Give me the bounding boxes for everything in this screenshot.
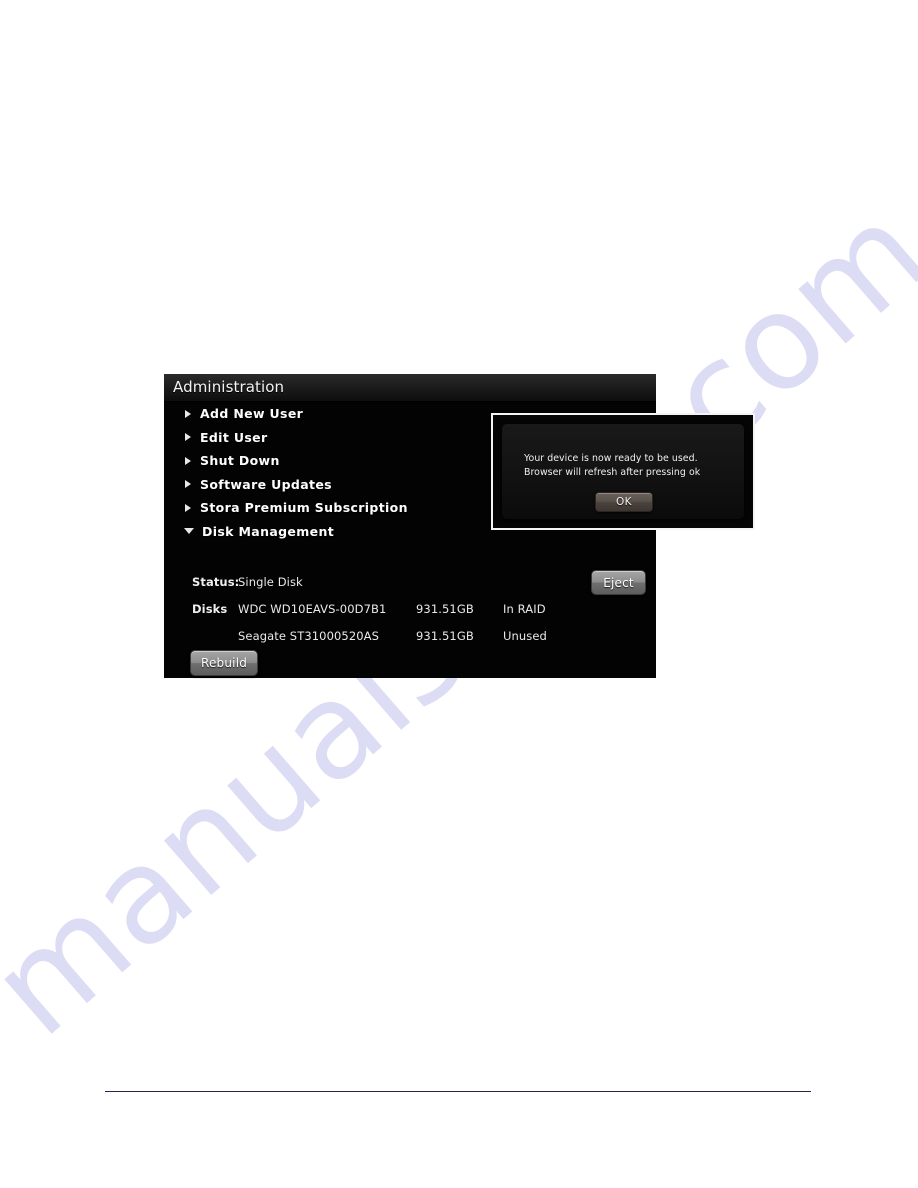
disk-name: WDC WD10EAVS-00D7B1 [238,602,387,616]
panel-titlebar: Administration [164,374,656,402]
disk-size: 931.51GB [416,602,474,616]
menu-item-label: Stora Premium Subscription [200,500,408,516]
triangle-down-icon [184,528,194,535]
disk-state: Unused [503,629,547,643]
disk-state: In RAID [503,602,546,616]
dialog-message: Your device is now ready to be used. Bro… [524,453,701,478]
triangle-right-icon [185,480,191,489]
dialog-inner-panel: Your device is now ready to be used. Bro… [502,424,744,519]
triangle-right-icon [185,433,191,442]
disk-name: Seagate ST31000520AS [238,629,380,643]
eject-button[interactable]: Eject [591,570,646,595]
menu-item-label: Shut Down [200,453,280,469]
confirmation-dialog: Your device is now ready to be used. Bro… [491,413,755,530]
footer-divider [105,1091,811,1092]
triangle-right-icon [185,503,191,512]
triangle-right-icon [185,456,191,465]
triangle-right-icon [185,409,191,418]
menu-item-label: Edit User [200,429,268,445]
disk-size: 931.51GB [416,629,474,643]
menu-item-label: Disk Management [202,523,335,539]
disk-management-detail: Status: Single Disk Disks WDC WD10EAVS-0… [164,572,656,653]
page-title: Administration [173,378,285,396]
rebuild-button[interactable]: Rebuild [190,650,258,676]
status-value: Single Disk [238,575,303,589]
dialog-ok-button[interactable]: OK [595,492,653,512]
status-row: Status: Single Disk [164,572,656,599]
menu-item-label: Add New User [200,406,304,422]
disk-row: Seagate ST31000520AS 931.51GB Unused [164,626,656,653]
menu-item-label: Software Updates [200,476,332,492]
disk-row: Disks WDC WD10EAVS-00D7B1 931.51GB In RA… [164,599,656,626]
